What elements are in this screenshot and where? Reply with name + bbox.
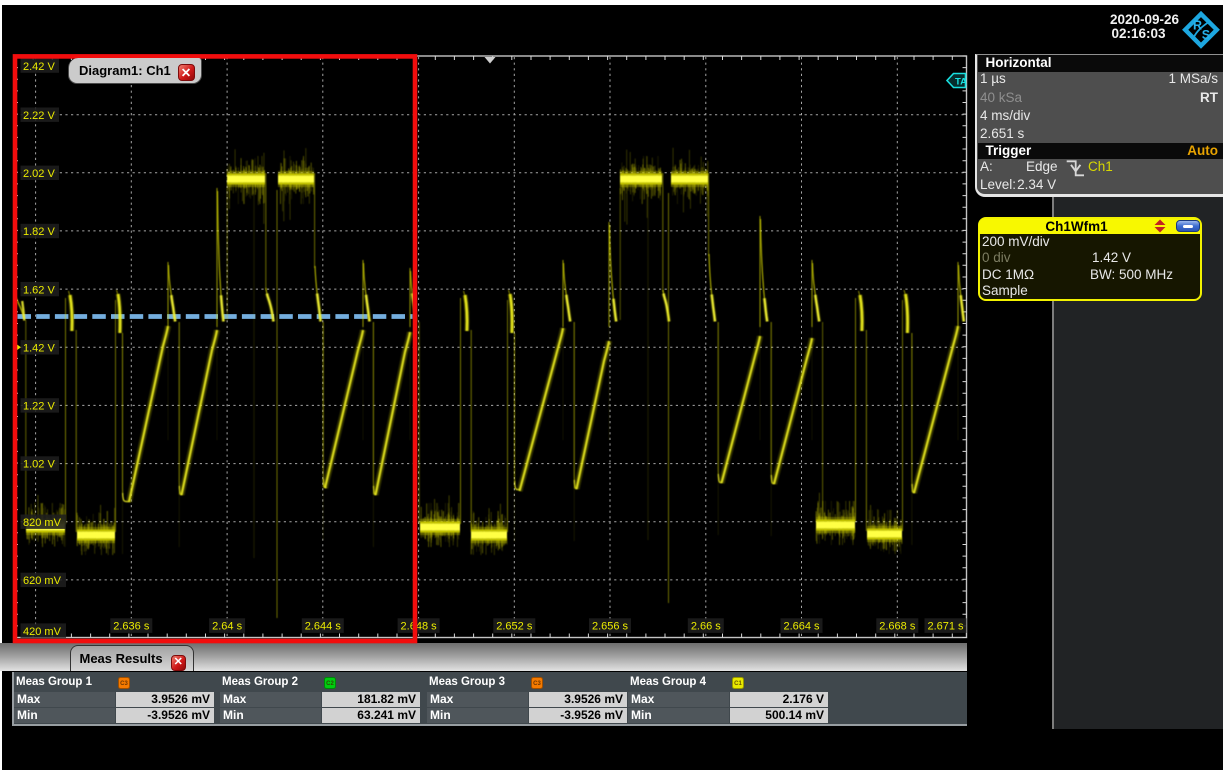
svg-text:2.656 s: 2.656 s: [592, 621, 629, 633]
svg-text:1.42 V: 1.42 V: [23, 343, 55, 355]
svg-text:2.02 V: 2.02 V: [23, 168, 55, 180]
svg-text:620 mV: 620 mV: [23, 575, 62, 587]
svg-text:2.671 s: 2.671 s: [927, 621, 964, 633]
svg-text:2.636 s: 2.636 s: [113, 621, 150, 633]
svg-text:2.42 V: 2.42 V: [23, 61, 55, 73]
svg-text:1.62 V: 1.62 V: [23, 284, 55, 296]
svg-text:420 mV: 420 mV: [23, 626, 62, 638]
svg-text:2.648 s: 2.648 s: [401, 621, 438, 633]
svg-text:2.664 s: 2.664 s: [783, 621, 820, 633]
svg-text:2.668 s: 2.668 s: [879, 621, 916, 633]
svg-text:1.22 V: 1.22 V: [23, 401, 55, 413]
svg-text:2.66 s: 2.66 s: [691, 621, 721, 633]
svg-text:2.644 s: 2.644 s: [305, 621, 342, 633]
svg-text:2.64 s: 2.64 s: [212, 621, 242, 633]
svg-text:2.22 V: 2.22 V: [23, 110, 55, 122]
svg-text:2.652 s: 2.652 s: [496, 621, 533, 633]
svg-text:1.02 V: 1.02 V: [23, 459, 55, 471]
svg-text:TA: TA: [955, 76, 967, 87]
svg-text:820 mV: 820 mV: [23, 517, 62, 529]
svg-text:1.82 V: 1.82 V: [23, 226, 55, 238]
